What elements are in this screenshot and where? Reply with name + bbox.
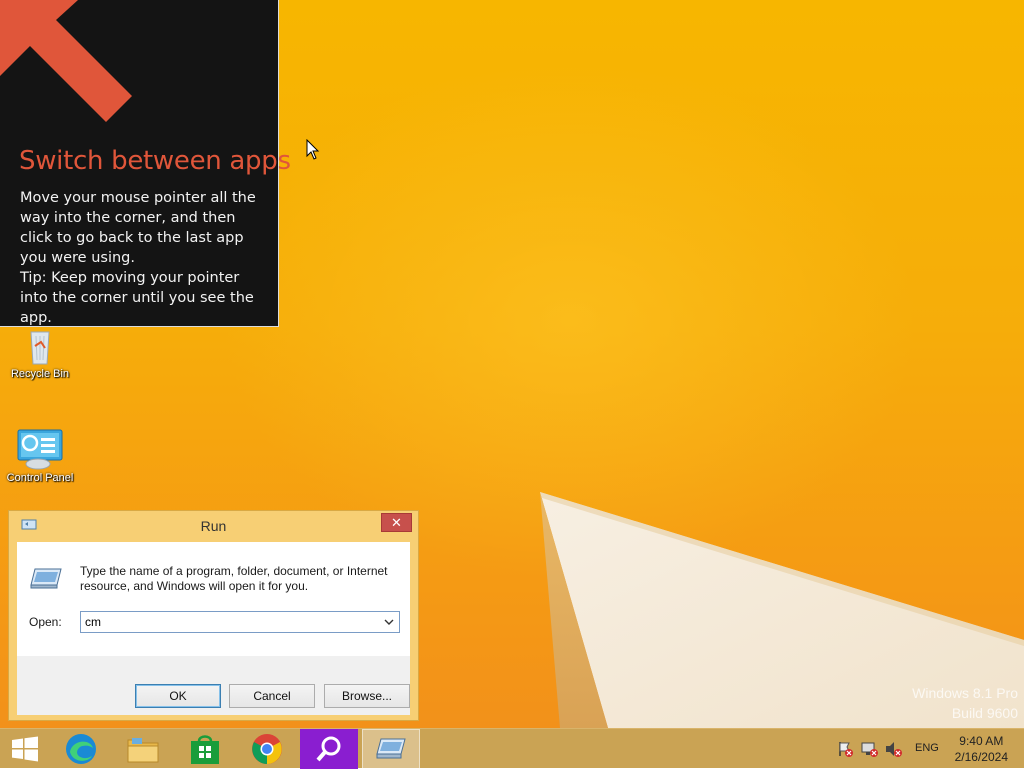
taskbar-chrome[interactable]: [240, 729, 294, 769]
ok-button[interactable]: OK: [135, 684, 221, 708]
run-description: Type the name of a program, folder, docu…: [80, 564, 388, 593]
desktop-icon-label: Control Panel: [6, 472, 74, 484]
recycle-bin-icon: [30, 331, 50, 365]
taskbar-store[interactable]: [178, 729, 232, 769]
taskbar-search-app[interactable]: [300, 729, 358, 769]
run-icon: [376, 738, 406, 759]
clock-date: 2/16/2024: [954, 750, 1008, 764]
run-titlebar[interactable]: Run ✕: [9, 511, 418, 541]
store-icon: [191, 735, 219, 764]
open-label: Open:: [29, 615, 62, 629]
watermark-build: Build 9600: [951, 705, 1018, 721]
folder-icon: [127, 738, 159, 763]
control-panel-icon: [17, 429, 63, 470]
taskbar-edge[interactable]: [54, 729, 108, 769]
run-program-icon: [30, 568, 62, 589]
mouse-cursor-icon: [306, 139, 320, 160]
close-button[interactable]: ✕: [381, 513, 412, 532]
run-dialog[interactable]: Run ✕ Type the name of a program, folder…: [8, 510, 419, 721]
watermark-edition: Windows 8.1 Pro: [912, 685, 1018, 701]
close-icon: ✕: [391, 514, 402, 530]
tip-body: Move your mouse pointer all the way into…: [20, 188, 265, 328]
taskbar-file-explorer[interactable]: [116, 729, 170, 769]
taskbar: ENG 9:40 AM 2/16/2024: [0, 728, 1024, 769]
desktop-icon-recycle-bin[interactable]: Recycle Bin: [0, 326, 80, 380]
tip-title: Switch between apps: [19, 146, 291, 176]
system-tray: [836, 729, 902, 769]
open-input[interactable]: [85, 614, 375, 630]
cancel-button[interactable]: Cancel: [229, 684, 315, 708]
action-center-flag-icon[interactable]: [836, 740, 854, 758]
run-title: Run: [200, 518, 227, 534]
windows-watermark: Windows 8.1 Pro Build 9600: [912, 685, 1018, 721]
tip-hint: Tip: Keep moving your pointer into the c…: [20, 270, 254, 326]
browse-button[interactable]: Browse...: [324, 684, 410, 708]
chrome-icon: [252, 734, 282, 764]
volume-muted-icon[interactable]: [884, 740, 902, 758]
desktop-icon-label: Recycle Bin: [10, 368, 70, 380]
tip-instruction: Move your mouse pointer all the way into…: [20, 190, 256, 266]
clock-time: 9:40 AM: [959, 734, 1004, 748]
edge-icon: [66, 734, 96, 764]
magnifier-icon: [316, 736, 341, 762]
run-client-area: Type the name of a program, folder, docu…: [17, 542, 410, 715]
switch-apps-tip-panel[interactable]: Switch between apps Move your mouse poin…: [0, 0, 291, 328]
taskbar-run[interactable]: [362, 729, 420, 769]
clock[interactable]: 9:40 AM 2/16/2024: [955, 733, 1008, 765]
input-language[interactable]: ENG: [915, 742, 939, 754]
corner-arrow-icon: [0, 0, 132, 122]
start-button[interactable]: [4, 729, 46, 769]
network-icon[interactable]: [860, 740, 878, 758]
desktop-icon-control-panel[interactable]: Control Panel: [0, 428, 80, 484]
open-combobox[interactable]: [80, 611, 400, 633]
chevron-down-icon: [384, 619, 394, 625]
dropdown-button[interactable]: [381, 614, 397, 630]
windows-logo-icon: [12, 736, 38, 762]
